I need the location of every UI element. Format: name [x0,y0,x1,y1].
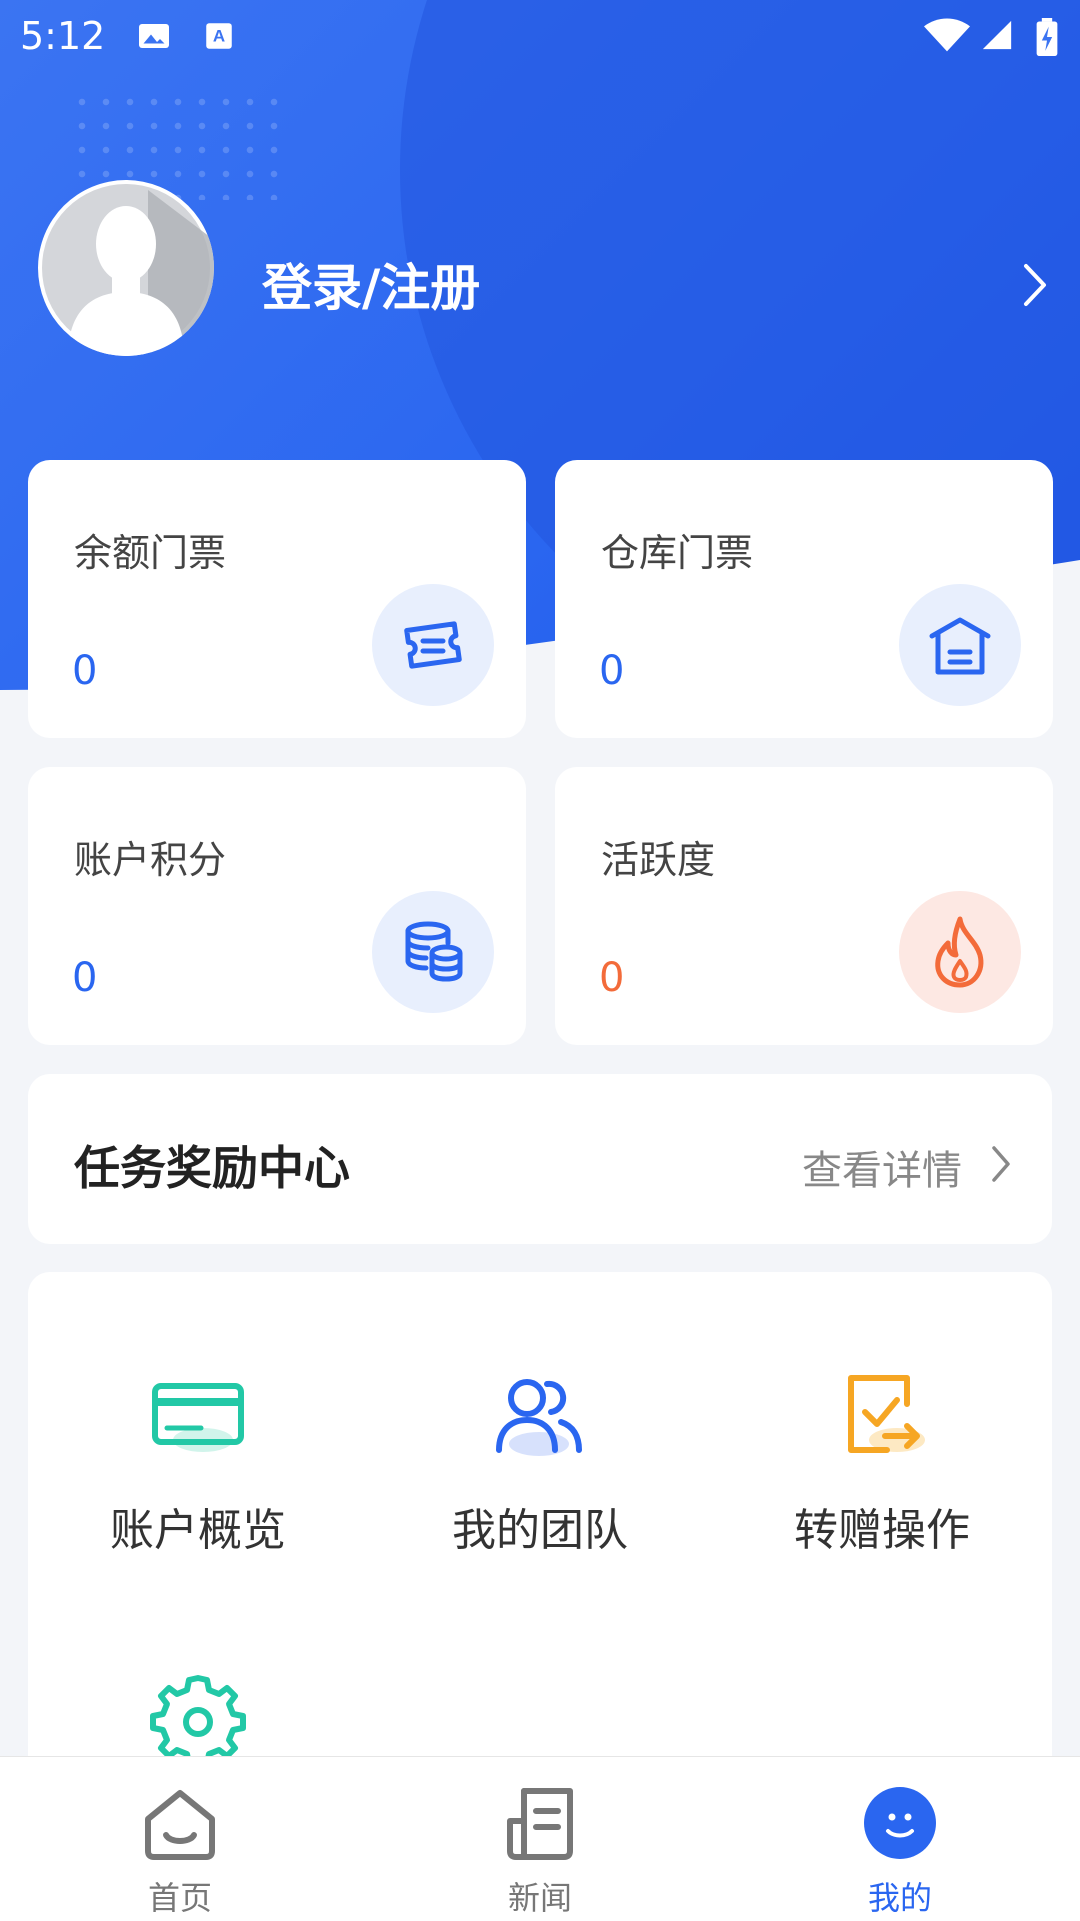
wifi-icon [924,18,970,58]
smile-icon [820,1785,980,1865]
tab-mine[interactable]: 我的 [820,1785,980,1919]
stat-card-points[interactable]: 账户积分 0 [28,767,526,1045]
stat-value: 0 [599,648,625,694]
stat-label: 账户积分 [74,838,227,882]
feature-label: 账户概览 [110,1505,286,1556]
stat-label: 仓库门票 [601,531,754,575]
features-panel: 账户概览 我的团队 转赠操作 [28,1272,1052,1792]
tab-label: 新闻 [507,1879,572,1917]
login-register-link[interactable]: 登录/注册 [262,248,480,320]
coins-icon [372,891,494,1013]
svg-text:A: A [213,27,225,46]
view-details-link[interactable]: 查看详情 [802,1138,962,1196]
transfer-icon [712,1364,1052,1464]
stat-label: 活跃度 [601,838,716,882]
feature-label: 转赠操作 [794,1505,970,1556]
ticket-icon [372,584,494,706]
card-icon [28,1364,368,1464]
team-icon [370,1364,710,1464]
bottom-tab-bar: 首页 新闻 我的 [0,1756,1080,1921]
tab-home[interactable]: 首页 [100,1785,260,1919]
stat-card-activity[interactable]: 活跃度 0 [555,767,1053,1045]
feature-label: 我的团队 [452,1505,628,1556]
stat-value: 0 [72,648,98,694]
avatar[interactable] [38,180,214,356]
tab-label: 我的 [867,1879,932,1917]
task-center-title: 任务奖励中心 [74,1141,350,1195]
status-bar: 5:12 A [0,0,1080,72]
font-icon: A [202,18,236,58]
stat-value: 0 [72,955,98,1001]
feature-transfer[interactable]: 转赠操作 [712,1364,1052,1558]
stat-card-warehouse-ticket[interactable]: 仓库门票 0 [555,460,1053,738]
user-silhouette-icon [42,184,214,356]
stat-value: 0 [599,955,625,1001]
chevron-right-icon [990,1144,1012,1188]
tab-news[interactable]: 新闻 [460,1785,620,1919]
image-icon [136,18,172,58]
signal-icon [980,18,1014,56]
home-icon [100,1785,260,1865]
warehouse-icon [899,584,1021,706]
fire-icon [899,891,1021,1013]
tab-label: 首页 [147,1879,212,1917]
news-icon [460,1785,620,1865]
stat-label: 余额门票 [74,531,227,575]
stat-card-balance-ticket[interactable]: 余额门票 0 [28,460,526,738]
status-time: 5:12 [20,14,106,58]
task-reward-center[interactable]: 任务奖励中心 查看详情 [28,1074,1052,1244]
battery-icon [1036,18,1058,60]
chevron-right-icon[interactable] [1020,262,1050,312]
feature-account-overview[interactable]: 账户概览 [28,1364,368,1558]
feature-my-team[interactable]: 我的团队 [370,1364,710,1558]
